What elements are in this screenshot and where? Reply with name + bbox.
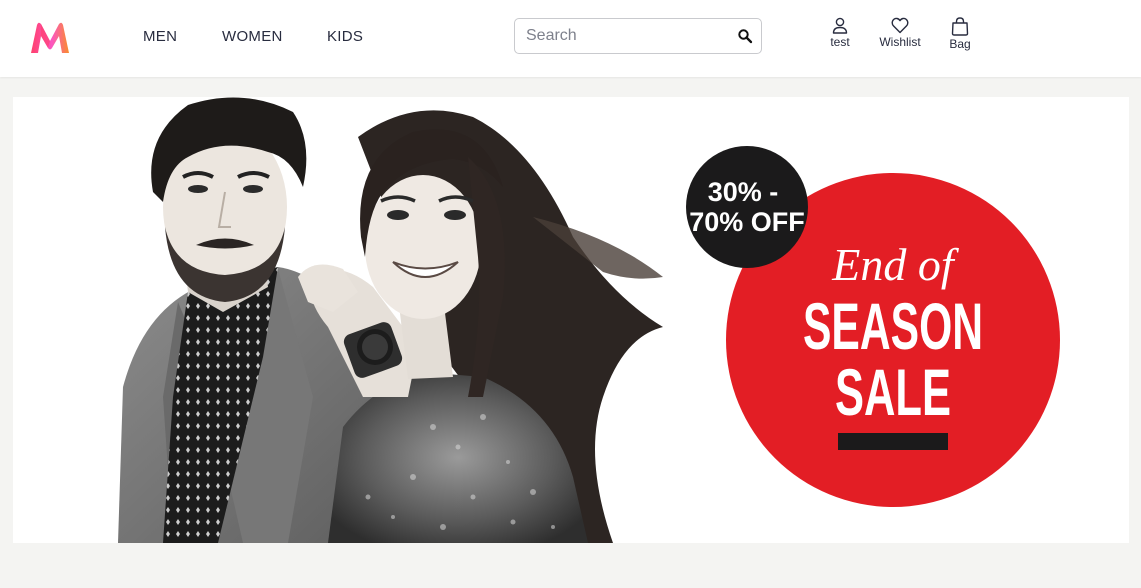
heart-icon [891, 17, 909, 34]
discount-line-2: 70% OFF [689, 207, 805, 237]
wishlist-label: Wishlist [879, 35, 921, 49]
bag-label: Bag [949, 37, 971, 51]
search-icon[interactable] [737, 28, 753, 44]
sale-underline-bar [838, 433, 948, 450]
bag-button[interactable]: Bag [942, 17, 978, 51]
season-text: SEASON [803, 289, 983, 363]
sale-text: SALE [835, 355, 951, 429]
end-of-script-text: End of [831, 239, 960, 290]
sale-banner-graphic: 30% - 70% OFF End of SEASON SALE [13, 97, 1129, 543]
top-header: MEN WOMEN KIDS test Wishlist Bag [0, 0, 1141, 77]
search-box [514, 18, 762, 54]
search-input[interactable] [515, 19, 725, 53]
hero-banner[interactable]: 30% - 70% OFF End of SEASON SALE [13, 97, 1129, 543]
profile-label: test [830, 35, 850, 49]
myntra-logo-icon[interactable] [29, 21, 71, 55]
bag-icon [951, 17, 969, 36]
discount-line-1: 30% - [708, 177, 779, 207]
nav-women[interactable]: WOMEN [222, 28, 283, 45]
nav-men[interactable]: MEN [143, 28, 177, 45]
user-icon [832, 17, 848, 34]
wishlist-button[interactable]: Wishlist [874, 17, 926, 49]
profile-button[interactable]: test [822, 17, 858, 49]
nav-kids[interactable]: KIDS [327, 28, 363, 45]
